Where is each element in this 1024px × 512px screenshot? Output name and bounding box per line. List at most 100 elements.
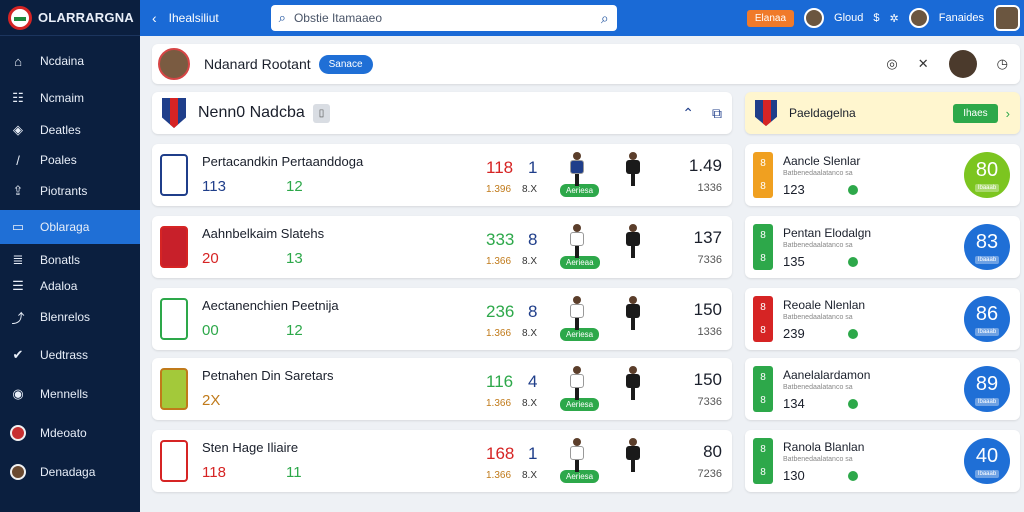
score-caption: Ibaaab [974,469,1000,478]
chevron-right-icon[interactable]: › [1006,106,1010,121]
opponent-figure-icon [622,366,644,402]
score-value: 83 [975,230,999,253]
sidebar-item-label: Bonatls [40,253,81,267]
sidebar-item-label: Mdeoato [40,426,87,440]
team-stat-a: 2X [202,392,221,409]
total-value: 80 [703,442,722,461]
close-icon[interactable]: ✕ [918,56,929,72]
sidebar-item-label: Adaloa [40,279,78,293]
user-avatar[interactable] [804,8,825,28]
account-avatar[interactable] [994,5,1020,31]
breadcrumb[interactable]: Ihealsiliut [169,11,257,25]
score-badge[interactable]: 86 Ibaaab [964,296,1010,342]
trend-icon: ⤴ [11,310,25,326]
competition-row[interactable]: 8 8 Aancle Slenlar Batbenedaalatanco sa 123 8… [745,144,1020,206]
team-stat-a: 20 [202,250,219,267]
sidebar-item-label: Denadaga [40,465,96,479]
upload-icon: ⇪ [12,183,24,198]
alert-button[interactable]: Elanaa [746,9,795,27]
sidebar-item[interactable]: ◉ Mennells [0,376,140,412]
team-tag[interactable]: ▯ [312,103,331,123]
clock-icon[interactable]: ◷ [997,56,1008,72]
competition-value: 123 [783,182,805,197]
settings-icon[interactable]: ✲ [890,12,899,25]
status-dot-icon [848,257,858,267]
competition-button[interactable]: Ihaes [953,103,998,123]
secondary-avatar[interactable] [948,50,977,78]
sidebar-item[interactable]: ⌂ Ncdaina [0,42,140,80]
sidebar-item[interactable]: ▭ Oblaraga [0,210,140,244]
market-label: 8.X [522,256,538,267]
collapse-icon[interactable]: ⌃ [682,105,694,122]
profile-name[interactable]: Fanaides [939,12,984,24]
odds-value: 1.366 [486,328,512,339]
match-row[interactable]: Sten Hage Iliaire 118 11 168 1 1.366 8.X Aeries… [152,430,732,492]
dollar-icon[interactable]: $ [873,12,879,24]
team-stat-a: 00 [202,322,219,339]
sidebar-item[interactable]: ⤴ Blenrelos [0,300,140,334]
team-title: Nenn0 Nadcba [198,104,305,121]
sidebar-item-label: Blenrelos [40,310,91,324]
table-icon: ☰ [12,278,24,293]
share-icon[interactable]: ⧉ [712,105,722,122]
score-caption: Ibaaab [974,397,1000,406]
sidebar-item[interactable]: / Poales [0,146,140,174]
score-home: 116 [486,372,514,391]
match-title: Aectanenchien Peetnija [202,298,339,313]
competition-subtitle: Batbenedaalatanco sa [783,384,853,391]
sidebar-item[interactable]: ≣ Bonatls [0,246,140,274]
score-badge[interactable]: 89 Ibaaab [964,366,1010,412]
sidebar-item-label: Oblaraga [40,220,90,234]
search-icon: ⌕ [278,10,286,25]
score-badge[interactable]: 80 Ibaaab [964,152,1010,198]
search-submit-icon[interactable]: ⌕ [601,10,609,27]
opponent-figure-icon [622,438,644,474]
match-row[interactable]: Aectanenchien Peetnija 00 12 236 8 1.366 8.X Ae… [152,288,732,350]
profile-badge-button[interactable]: Sanace [318,54,373,74]
sidebar-item[interactable]: ☷ Ncmaim [0,80,140,116]
team-stat-a: 118 [202,464,226,481]
sidebar-item[interactable]: Mdeoato [0,414,140,452]
score-badge[interactable]: 83 Ibaaab [964,224,1010,270]
back-arrow-icon[interactable]: ‹ [152,10,157,26]
competition-subtitle: Batbenedaalatanco sa [783,314,853,321]
users-icon: ☷ [12,90,24,105]
competition-row[interactable]: 8 8 Pentan Elodalgn Batbenedaalatanco sa 135… [745,216,1020,278]
profile-card: Ndanard Rootant Sanace ◎ ✕ ◷ [152,44,1020,84]
total-value: 137 [693,228,722,247]
team-header: Nenn0 Nadcba ▯ ⌃ ⧉ [152,92,732,134]
sidebar-item-label: Piotrants [40,184,88,198]
match-row[interactable]: Petnahen Din Saretars 2X 116 4 1.366 8.X Aerie… [152,358,732,420]
opponent-figure-icon [622,296,644,332]
sidebar-item[interactable]: ◈ Deatles [0,114,140,146]
sidebar-item-label: Mennells [40,387,89,401]
sidebar-item[interactable]: ⇪ Piotrants [0,173,140,209]
profile-avatar[interactable] [908,8,929,28]
app-logo[interactable]: OLARRARGNA [0,0,140,36]
score-badge[interactable]: 40 Ibaaab [964,438,1010,484]
percentage-value: 7336 [697,396,722,408]
competition-name: Aancle Slenlar [783,154,861,168]
market-label: 8.X [522,470,538,481]
competition-name: Reoale Nlenlan [783,298,866,312]
rank-bar: 88 [753,438,773,484]
match-row[interactable]: Aahnbelkaim Slatehs 20 13 333 8 1.366 8.X Aerie… [152,216,732,278]
user-name[interactable]: Gloud [834,12,863,24]
competition-row[interactable]: 8 8 Aanelalardamon Batbenedaalatanco sa 134 8… [745,358,1020,420]
match-row[interactable]: Pertacandkin Pertaanddoga 113 12 118 1 1.396 8… [152,144,732,206]
competition-row[interactable]: 8 8 Reoale Nlenlan Batbenedaalatanco sa 239 8… [745,288,1020,350]
score-caption: Ibaaab [974,183,1000,192]
sidebar-item[interactable]: ☰ Adaloa [0,272,140,300]
competition-row[interactable]: 8 8 Ranola Blanlan Batbenedaalatanco sa 130 4… [745,430,1020,492]
sidebar-item[interactable]: ✔ Uedtrass [0,337,140,373]
edit-icon[interactable]: ◎ [886,56,897,72]
competition-name: Pentan Elodalgn [783,226,872,240]
sidebar-item[interactable]: Denadaga [0,454,140,490]
percentage-value: 1336 [697,182,722,194]
search-input[interactable]: ⌕ Obstie Itamaaeo ⌕ [270,5,617,31]
opponent-figure-icon [622,152,644,188]
score-away: 4 [528,372,538,391]
match-title: Sten Hage Iliaire [202,440,299,455]
score-away: 1 [528,158,538,177]
competition-value: 130 [783,468,805,483]
